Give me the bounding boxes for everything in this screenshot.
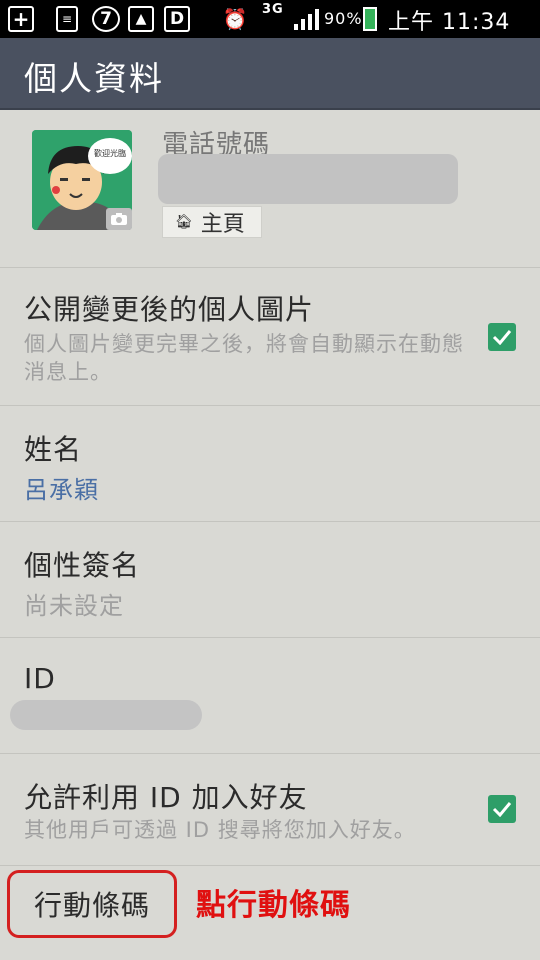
setting-allow-id-search-checkbox[interactable] bbox=[488, 795, 516, 823]
title-bar: 個人資料 bbox=[0, 38, 540, 110]
battery-percent: 90% bbox=[324, 9, 363, 28]
setting-id-title: ID bbox=[24, 662, 56, 695]
setting-public-photo[interactable]: 公開變更後的個人圖片 個人圖片變更完畢之後，將會自動顯示在動態消息上。 bbox=[0, 268, 540, 406]
status-bar: + ≡ 7 ▲ D ⏰ 3G 90% 上午 11:34 bbox=[0, 0, 540, 38]
image-icon: ▲ bbox=[128, 6, 154, 32]
annotation-text: 點行動條碼 bbox=[196, 888, 351, 923]
clock: 上午 11:34 bbox=[388, 10, 511, 35]
setting-name-value: 呂承穎 bbox=[24, 476, 99, 504]
setting-name[interactable]: 姓名 呂承穎 bbox=[0, 406, 540, 522]
home-icon: 🏠︎ bbox=[175, 214, 193, 230]
setting-allow-id-search[interactable]: 允許利用 ID 加入好友 其他用戶可透過 ID 搜尋將您加入好友。 bbox=[0, 754, 540, 866]
setting-status-message-title: 個性簽名 bbox=[24, 549, 141, 582]
phone-number-redacted bbox=[158, 154, 458, 204]
notes-icon: ≡ bbox=[56, 6, 78, 32]
home-label: 主頁 bbox=[200, 212, 245, 237]
qr-code-label: 行動條碼 bbox=[33, 889, 150, 922]
add-box-icon: + bbox=[8, 6, 34, 32]
camera-icon[interactable] bbox=[106, 208, 132, 230]
seven-icon: 7 bbox=[92, 6, 120, 32]
page-title: 個人資料 bbox=[24, 59, 164, 98]
setting-status-message[interactable]: 個性簽名 尚未設定 bbox=[0, 522, 540, 638]
setting-public-photo-checkbox[interactable] bbox=[488, 323, 516, 351]
setting-allow-id-search-title: 允許利用 ID 加入好友 bbox=[24, 781, 308, 814]
setting-public-photo-description: 個人圖片變更完畢之後，將會自動顯示在動態消息上。 bbox=[24, 332, 464, 384]
home-button[interactable]: 🏠︎ 主頁 bbox=[162, 206, 262, 238]
qr-code-button[interactable]: 行動條碼 bbox=[7, 870, 177, 938]
d-app-icon: D bbox=[164, 6, 190, 32]
setting-id[interactable]: ID bbox=[0, 638, 540, 754]
battery-icon bbox=[362, 6, 378, 32]
setting-status-message-value: 尚未設定 bbox=[24, 592, 124, 620]
setting-allow-id-search-description: 其他用戶可透過 ID 搜尋將您加入好友。 bbox=[24, 818, 416, 842]
profile-header: 歡迎光臨 電話號碼 🏠︎ 主頁 bbox=[0, 110, 540, 268]
id-value-redacted bbox=[10, 700, 202, 730]
alarm-icon: ⏰ bbox=[222, 7, 248, 31]
avatar-bubble-text: 歡迎光臨 bbox=[94, 149, 126, 158]
setting-public-photo-title: 公開變更後的個人圖片 bbox=[24, 293, 315, 326]
setting-qr-code[interactable]: 行動條碼 點行動條碼 bbox=[0, 866, 540, 960]
network-type: 3G bbox=[262, 2, 284, 17]
setting-name-title: 姓名 bbox=[24, 433, 83, 466]
signal-icon bbox=[292, 6, 322, 32]
